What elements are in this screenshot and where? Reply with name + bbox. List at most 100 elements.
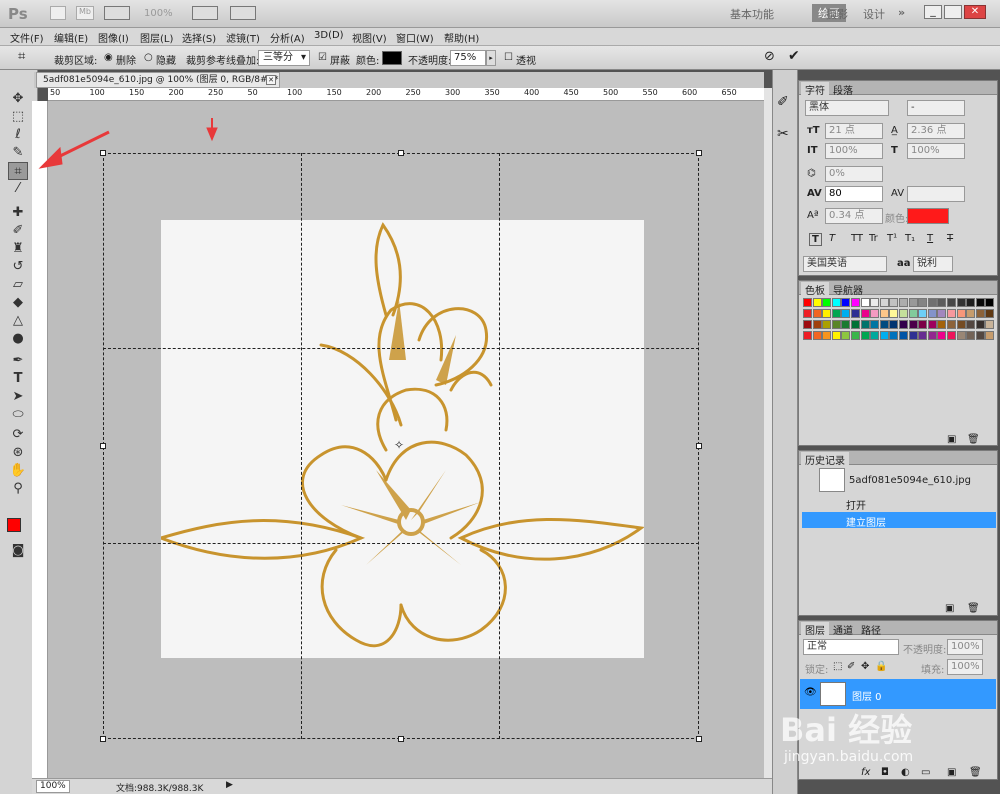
commit-crop-icon[interactable]: ✔ [788,48,800,64]
menu-filter[interactable]: 滤镜(T) [226,30,260,45]
swatch-color[interactable] [860,309,870,318]
path-selection-tool-icon[interactable]: ➤ [8,388,28,406]
brush-tool-icon[interactable]: ✐ [8,222,28,240]
minimize-icon[interactable]: _ [924,5,942,19]
swatch-color[interactable] [937,298,947,307]
swatch-color[interactable] [879,309,889,318]
swatch-color[interactable] [927,298,937,307]
swatch-color[interactable] [908,331,918,340]
swatch-color[interactable] [870,298,880,307]
marquee-tool-icon[interactable]: ⬚ [8,108,28,126]
document-tab[interactable]: 5adf081e5094e_610.jpg @ 100% (图层 0, RGB/… [36,72,280,88]
swatch-color[interactable] [985,331,995,340]
crop-handle-top-right[interactable] [696,150,702,156]
swatch-color[interactable] [899,298,908,307]
hide-radio[interactable]: ○ [144,52,153,63]
swatch-color[interactable] [831,298,841,307]
layer-visibility-eye-icon[interactable]: 👁 [804,687,817,698]
lock-position-icon[interactable]: ✥ [861,661,869,672]
lock-transparency-icon[interactable]: ⬚ [833,661,842,672]
swatch-color[interactable] [841,309,851,318]
close-icon[interactable]: ✕ [964,5,986,19]
menu-view[interactable]: 视图(V) [352,30,387,45]
faux-italic-button[interactable]: T [829,233,835,244]
arrange-documents-icon[interactable] [192,6,218,20]
swatch-color[interactable] [879,331,889,340]
snapshot-thumbnail[interactable] [819,468,845,492]
swatch-color[interactable] [947,331,956,340]
swatch-color[interactable] [803,320,812,329]
history-brush-tool-icon[interactable]: ↺ [8,258,28,276]
zoom-level[interactable]: 100% [144,8,173,19]
swatch-color[interactable] [851,298,860,307]
shape-tool-icon[interactable]: ⬭ [8,406,28,424]
3d-rotate-tool-icon[interactable]: ⟳ [8,426,28,444]
new-swatch-icon[interactable]: ▣ [947,434,956,445]
add-mask-icon[interactable]: ◘ [881,767,889,778]
cancel-crop-icon[interactable]: ⊘ [764,49,775,64]
swatch-color[interactable] [851,309,860,318]
close-document-icon[interactable]: ✕ [266,75,276,85]
zoom-tool-icon[interactable]: ⚲ [8,480,28,498]
screen-mode-icon[interactable] [230,6,256,20]
subscript-button[interactable]: T₁ [905,233,915,244]
swatch-color[interactable] [851,320,860,329]
tab-swatches[interactable]: 色板 [801,282,829,297]
perspective-checkbox[interactable]: ☐ [504,52,513,63]
swatch-color[interactable] [899,309,908,318]
new-group-icon[interactable]: ▭ [921,767,930,778]
swatch-color[interactable] [899,331,908,340]
swatch-color[interactable] [975,309,985,318]
swatch-color[interactable] [851,331,860,340]
swatch-color[interactable] [889,309,899,318]
swatch-color[interactable] [927,331,937,340]
swatch-color[interactable] [985,309,995,318]
crop-tool-icon[interactable]: ⌗ [8,162,28,180]
adjustment-layer-icon[interactable]: ◐ [901,767,910,778]
menu-file[interactable]: 文件(F) [10,30,44,45]
swatch-color[interactable] [879,298,889,307]
pen-tool-icon[interactable]: ✒ [8,352,28,370]
eraser-tool-icon[interactable]: ▱ [8,276,28,294]
tab-navigator[interactable]: 导航器 [829,282,867,297]
menu-edit[interactable]: 编辑(E) [54,30,88,45]
brush-presets-icon[interactable]: ✐ [777,94,789,110]
swatch-color[interactable] [966,298,976,307]
layer-name[interactable]: 图层 0 [852,688,882,703]
crop-guide-overlay-select[interactable]: 三等分 ▾ [258,50,310,66]
swatch-color[interactable] [927,309,937,318]
crop-handle-bottom[interactable] [398,736,404,742]
delete-swatch-icon[interactable]: 🗑 [967,434,980,445]
menu-select[interactable]: 选择(S) [182,30,216,45]
swatch-color[interactable] [947,309,956,318]
hand-tool-icon[interactable]: ✋ [8,462,28,480]
swatch-color[interactable] [947,320,956,329]
dodge-tool-icon[interactable]: ● [8,330,28,348]
swatch-color[interactable] [870,320,880,329]
canvas-area[interactable]: ✧ [48,101,764,778]
swatch-color[interactable] [918,331,928,340]
swatch-color[interactable] [812,309,822,318]
type-tool-icon[interactable]: T [8,370,28,388]
eyedropper-tool-icon[interactable]: ⁄ [8,180,28,198]
swatch-color[interactable] [822,331,832,340]
delete-state-icon[interactable]: 🗑 [967,603,980,614]
small-caps-button[interactable]: Tr [869,233,878,244]
leading-input[interactable]: 2.36 点 [907,123,965,139]
layer-row[interactable]: 👁 图层 0 [800,679,996,709]
tab-layers[interactable]: 图层 [801,622,829,637]
swatch-color[interactable] [956,320,966,329]
quick-mask-icon[interactable]: ◙ [8,542,28,560]
vertical-scrollbar[interactable] [764,88,772,778]
swatch-color[interactable] [860,298,870,307]
move-tool-icon[interactable]: ✥ [8,90,28,108]
restore-icon[interactable] [944,5,962,19]
swatch-color[interactable] [956,331,966,340]
horizontal-scale-input[interactable]: 100% [907,143,965,159]
swatch-color[interactable] [831,309,841,318]
strikethrough-button[interactable]: T [947,233,953,244]
foreground-color-swatch[interactable] [7,518,21,532]
tracking-input[interactable]: 80 [825,186,883,202]
blur-tool-icon[interactable]: △ [8,312,28,330]
new-layer-icon[interactable]: ▣ [947,767,956,778]
